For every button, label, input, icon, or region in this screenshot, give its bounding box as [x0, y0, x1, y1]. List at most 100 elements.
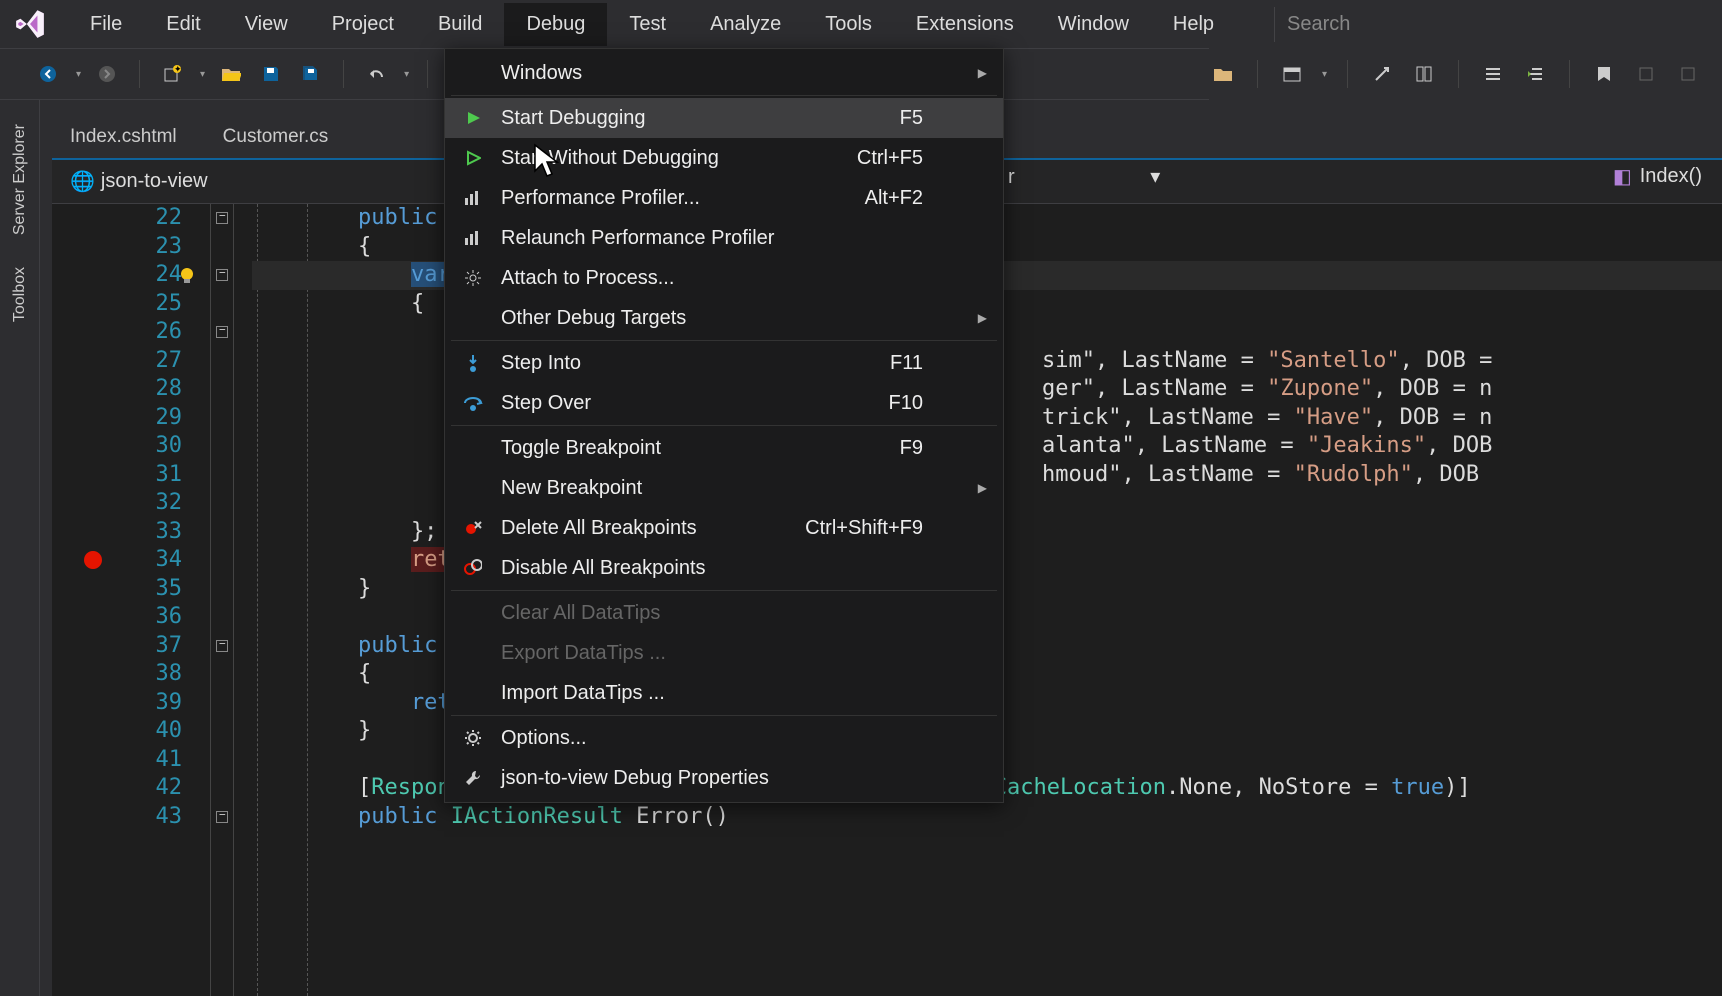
- menu-project[interactable]: Project: [310, 3, 416, 46]
- menu-edit[interactable]: Edit: [144, 3, 222, 46]
- debug-menu-options-[interactable]: Options...: [445, 718, 1003, 758]
- debug-menu-other-debug-targets[interactable]: Other Debug Targets▶: [445, 298, 1003, 338]
- bookmark-icon[interactable]: [1590, 60, 1618, 88]
- toolbar-right: ▾: [1209, 48, 1722, 100]
- side-tab-toolbox[interactable]: Toolbox: [9, 261, 31, 328]
- open-button[interactable]: [217, 60, 245, 88]
- debug-menu-new-breakpoint[interactable]: New Breakpoint ▶: [445, 468, 1003, 508]
- indent-icon[interactable]: [1521, 60, 1549, 88]
- dropdown-icon[interactable]: ▾: [200, 69, 205, 80]
- step-into-icon: [461, 351, 485, 375]
- menu-item-label: Import DataTips ...: [501, 682, 665, 705]
- lightbulb-icon[interactable]: [176, 265, 196, 285]
- shortcut-label: F5: [900, 107, 923, 130]
- menu-item-label: Attach to Process...: [501, 267, 674, 290]
- line-number: 23: [52, 233, 200, 262]
- menu-tools[interactable]: Tools: [803, 3, 894, 46]
- code-line-tail[interactable]: sim", LastName = "Santello", DOB =: [1042, 347, 1506, 376]
- align-icon[interactable]: [1479, 60, 1507, 88]
- menu-file[interactable]: File: [68, 3, 144, 46]
- submenu-arrow-icon: ▶: [978, 66, 987, 80]
- menu-debug[interactable]: Debug: [504, 3, 607, 46]
- project-selector[interactable]: 🌐 json-to-view: [60, 165, 218, 198]
- menu-view[interactable]: View: [223, 3, 310, 46]
- debug-menu-step-over[interactable]: Step Over F10: [445, 383, 1003, 423]
- menu-item-label: Step Into: [501, 352, 581, 375]
- shortcut-label: F9: [900, 437, 923, 460]
- tab-index-cshtml[interactable]: Index.cshtml: [52, 116, 205, 158]
- tool-icon[interactable]: [1368, 60, 1396, 88]
- nav-back-button[interactable]: [34, 60, 62, 88]
- menu-item-label: Start Debugging: [501, 107, 646, 130]
- line-number: 22: [52, 204, 200, 233]
- line-number: 39: [52, 689, 200, 718]
- folder-icon[interactable]: [1209, 60, 1237, 88]
- menu-help[interactable]: Help: [1151, 3, 1236, 46]
- submenu-arrow-icon: ▶: [978, 311, 987, 325]
- save-button[interactable]: [257, 60, 285, 88]
- code-line-tail[interactable]: trick", LastName = "Have", DOB = n: [1042, 404, 1492, 433]
- tab-customer-cs[interactable]: Customer.cs: [205, 116, 357, 158]
- code-line-tail[interactable]: alanta", LastName = "Jeakins", DOB: [1042, 432, 1492, 461]
- dropdown-icon[interactable]: ▾: [76, 69, 81, 80]
- debug-menu-attach-to-process-[interactable]: Attach to Process...: [445, 258, 1003, 298]
- line-number: 36: [52, 603, 200, 632]
- scope-selector[interactable]: r ▾: [1008, 164, 1160, 189]
- undo-button[interactable]: [362, 60, 390, 88]
- tool-icon: [1674, 60, 1702, 88]
- menu-build[interactable]: Build: [416, 3, 504, 46]
- gear2-icon: [461, 726, 485, 750]
- shortcut-label: F10: [889, 392, 923, 415]
- side-tab-server-explorer[interactable]: Server Explorer: [9, 118, 31, 241]
- code-line[interactable]: public IActionResult Error(): [252, 803, 1722, 832]
- debug-menu-performance-profiler-[interactable]: Performance Profiler...Alt+F2: [445, 178, 1003, 218]
- bp-disable-icon: [461, 556, 485, 580]
- scope-label: r: [1008, 166, 1015, 188]
- menu-item-label: Start Without Debugging: [501, 147, 719, 170]
- tool-icon[interactable]: [1410, 60, 1438, 88]
- debug-menu-import-datatips-[interactable]: Import DataTips ...: [445, 673, 1003, 713]
- profiler-icon: [461, 226, 485, 250]
- dropdown-icon[interactable]: ▾: [1322, 69, 1327, 80]
- menu-item-label: Performance Profiler...: [501, 187, 700, 210]
- menu-window[interactable]: Window: [1036, 3, 1151, 46]
- menu-item-label: New Breakpoint: [501, 477, 642, 500]
- menu-item-label: Toggle Breakpoint: [501, 437, 661, 460]
- step-over-icon: [461, 391, 485, 415]
- code-line-tail[interactable]: hmoud", LastName = "Rudolph", DOB: [1042, 461, 1492, 490]
- debug-dropdown-menu: Windows▶ Start Debugging F5 Start Without D…: [444, 48, 1004, 803]
- browser-link-icon[interactable]: [1278, 60, 1306, 88]
- debug-menu-json-to-view-debug-properties[interactable]: json-to-view Debug Properties: [445, 758, 1003, 798]
- debug-menu-step-into[interactable]: Step IntoF11: [445, 343, 1003, 383]
- fold-toggle[interactable]: [216, 640, 228, 652]
- fold-toggle[interactable]: [216, 269, 228, 281]
- fold-toggle[interactable]: [216, 212, 228, 224]
- dropdown-icon: ▾: [1150, 166, 1160, 188]
- line-number: 34: [52, 546, 200, 575]
- play-outline-icon: [461, 146, 485, 170]
- menu-extensions[interactable]: Extensions: [894, 3, 1036, 46]
- submenu-arrow-icon: ▶: [978, 481, 987, 495]
- menu-test[interactable]: Test: [607, 3, 688, 46]
- fold-toggle[interactable]: [216, 326, 228, 338]
- new-item-button[interactable]: ✦: [158, 60, 186, 88]
- line-number: 25: [52, 290, 200, 319]
- save-all-button[interactable]: [297, 60, 325, 88]
- member-selector[interactable]: ◧ Index(): [1613, 164, 1702, 189]
- menu-analyze[interactable]: Analyze: [688, 3, 803, 46]
- search-input[interactable]: Search: [1274, 7, 1362, 42]
- menu-item-label: Step Over: [501, 392, 591, 415]
- debug-menu-start-debugging[interactable]: Start Debugging F5: [445, 98, 1003, 138]
- debug-menu-windows[interactable]: Windows▶: [445, 53, 1003, 93]
- debug-menu-toggle-breakpoint[interactable]: Toggle Breakpoint F9: [445, 428, 1003, 468]
- project-name: json-to-view: [101, 170, 208, 193]
- gear-icon: [461, 266, 485, 290]
- fold-toggle[interactable]: [216, 811, 228, 823]
- debug-menu-start-without-debugging[interactable]: Start Without DebuggingCtrl+F5: [445, 138, 1003, 178]
- code-line-tail[interactable]: ger", LastName = "Zupone", DOB = n: [1042, 375, 1492, 404]
- debug-menu-disable-all-breakpoints[interactable]: Disable All Breakpoints: [445, 548, 1003, 588]
- debug-menu-relaunch-performance-profiler[interactable]: Relaunch Performance Profiler: [445, 218, 1003, 258]
- debug-menu-delete-all-breakpoints[interactable]: Delete All BreakpointsCtrl+Shift+F9: [445, 508, 1003, 548]
- debug-menu-export-datatips-: Export DataTips ...: [445, 633, 1003, 673]
- dropdown-icon[interactable]: ▾: [404, 69, 409, 80]
